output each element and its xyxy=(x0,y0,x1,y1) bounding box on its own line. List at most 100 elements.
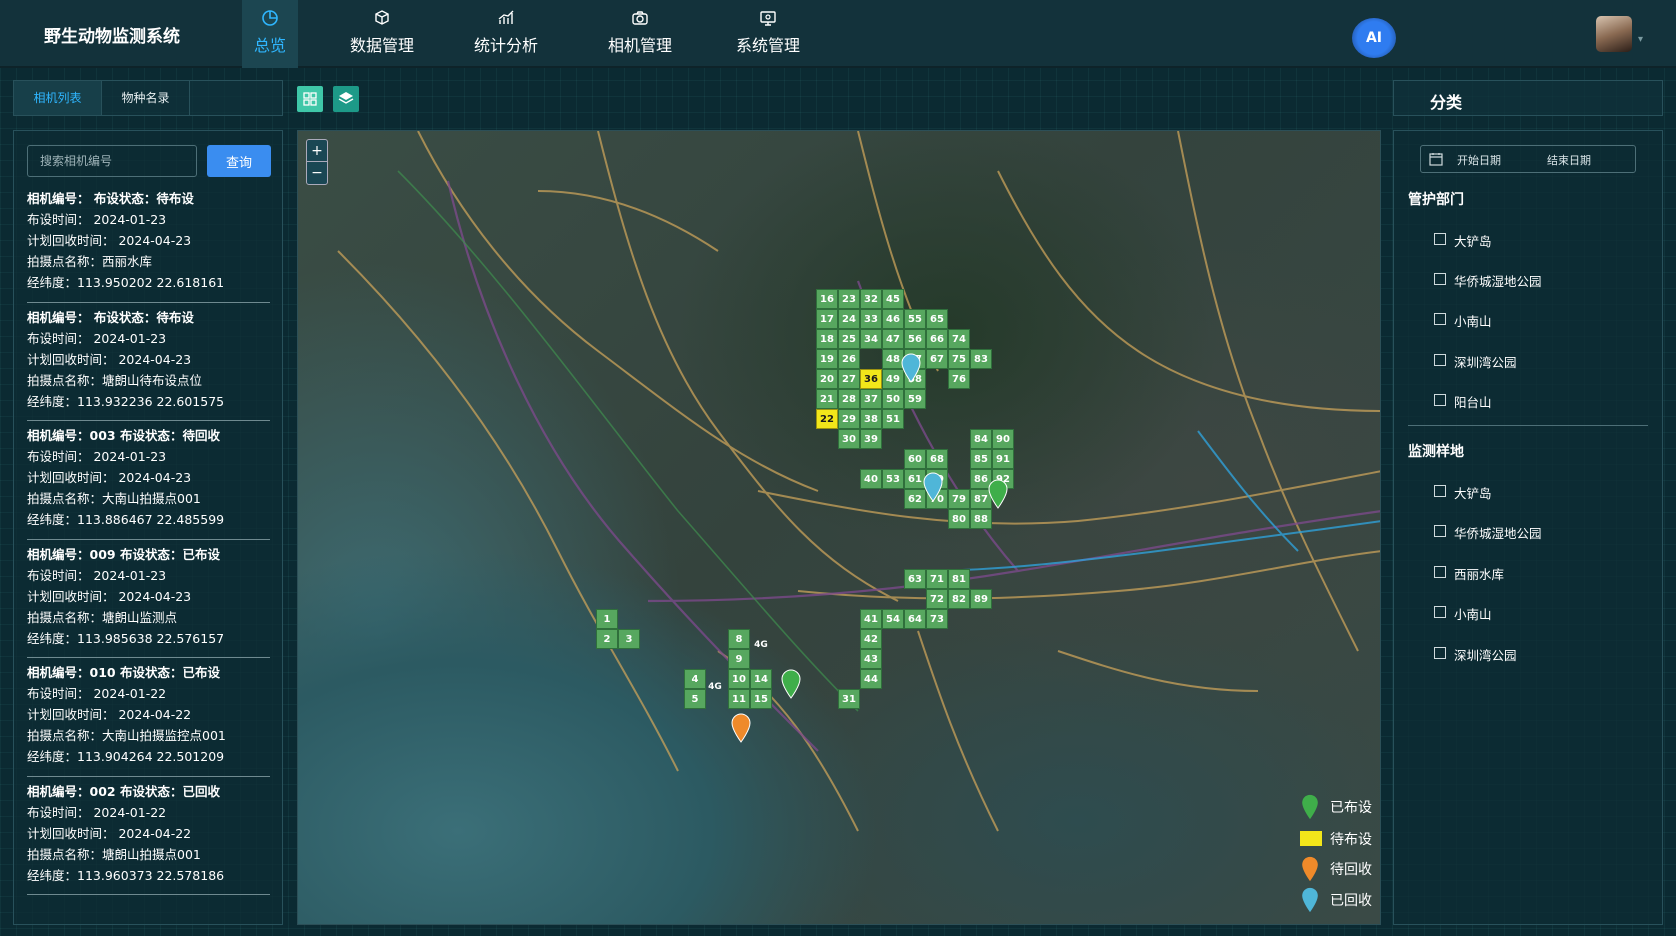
grid-cell[interactable]: 65 xyxy=(926,309,948,329)
grid-cell[interactable]: 38 xyxy=(860,409,882,429)
grid-cell[interactable]: 17 xyxy=(816,309,838,329)
grid-cell[interactable]: 83 xyxy=(970,349,992,369)
grid-cell[interactable]: 14 xyxy=(750,669,772,689)
checkbox[interactable] xyxy=(1434,354,1446,366)
grid-cell[interactable]: 50 xyxy=(882,389,904,409)
grid-cell[interactable]: 75 xyxy=(948,349,970,369)
grid-cell[interactable]: 1 xyxy=(596,609,618,629)
grid-cell[interactable]: 53 xyxy=(882,469,904,489)
nav-data-management[interactable]: 数据管理 xyxy=(344,0,420,68)
grid-cell[interactable]: 36 xyxy=(860,369,882,389)
checkbox[interactable] xyxy=(1434,647,1446,659)
grid-cell[interactable]: 71 xyxy=(926,569,948,589)
grid-cell[interactable]: 84 xyxy=(970,429,992,449)
grid-cell[interactable]: 40 xyxy=(860,469,882,489)
grid-cell[interactable]: 11 xyxy=(728,689,750,709)
grid-cell[interactable]: 22 xyxy=(816,409,838,429)
grid-cell[interactable]: 26 xyxy=(838,349,860,369)
grid-cell[interactable]: 85 xyxy=(970,449,992,469)
tab-camera-list[interactable]: 相机列表 xyxy=(14,81,102,115)
grid-cell[interactable]: 18 xyxy=(816,329,838,349)
nav-camera-management[interactable]: 相机管理 xyxy=(604,0,676,68)
camera-list-item[interactable]: 相机编号：002 布设状态：已回收 布设时间： 2024-01-22 计划回收时… xyxy=(27,777,270,895)
grid-cell[interactable]: 45 xyxy=(882,289,904,309)
layers-button[interactable] xyxy=(333,86,359,112)
grid-cell[interactable]: 43 xyxy=(860,649,882,669)
grid-cell[interactable]: 15 xyxy=(750,689,772,709)
checkbox[interactable] xyxy=(1434,233,1446,245)
end-date-input[interactable]: 结束日期 xyxy=(1547,152,1591,168)
chevron-down-icon[interactable]: ▾ xyxy=(1638,34,1643,45)
camera-list-item[interactable]: 相机编号：003 布设状态：待回收 布设时间： 2024-01-23 计划回收时… xyxy=(27,421,270,540)
grid-cell[interactable]: 67 xyxy=(926,349,948,369)
start-date-input[interactable]: 开始日期 xyxy=(1457,152,1501,168)
camera-list-item[interactable]: 相机编号： 布设状态：待布设 布设时间： 2024-01-23 计划回收时间： … xyxy=(27,303,270,421)
grid-cell[interactable]: 72 xyxy=(926,589,948,609)
grid-cell[interactable]: 4 xyxy=(684,669,706,689)
grid-cell[interactable]: 31 xyxy=(838,689,860,709)
nav-statistics[interactable]: 统计分析 xyxy=(468,0,544,68)
grid-cell[interactable]: 80 xyxy=(948,509,970,529)
tab-species-list[interactable]: 物种名录 xyxy=(102,81,190,115)
grid-cell[interactable]: 16 xyxy=(816,289,838,309)
grid-cell[interactable]: 3 xyxy=(618,629,640,649)
grid-cell[interactable]: 2 xyxy=(596,629,618,649)
grid-cell[interactable]: 79 xyxy=(948,489,970,509)
signal-4g-label[interactable]: 4G xyxy=(750,635,772,655)
grid-cell[interactable]: 24 xyxy=(838,309,860,329)
checkbox[interactable] xyxy=(1434,525,1446,537)
grid-cell[interactable]: 8 xyxy=(728,629,750,649)
grid-cell[interactable]: 66 xyxy=(926,329,948,349)
signal-4g-label[interactable]: 4G xyxy=(704,677,726,697)
grid-cell[interactable]: 28 xyxy=(838,389,860,409)
grid-view-button[interactable] xyxy=(297,86,323,112)
grid-cell[interactable]: 29 xyxy=(838,409,860,429)
grid-cell[interactable]: 76 xyxy=(948,369,970,389)
checkbox[interactable] xyxy=(1434,606,1446,618)
satellite-map[interactable]: + − 16 23 32 45 17 24 33 46 55 65 18 25 34 47 56 66 74 19… xyxy=(297,130,1381,925)
grid-cell[interactable]: 20 xyxy=(816,369,838,389)
to-recover-camera-pin[interactable] xyxy=(730,713,752,743)
grid-cell[interactable]: 30 xyxy=(838,429,860,449)
grid-cell[interactable]: 37 xyxy=(860,389,882,409)
checkbox[interactable] xyxy=(1434,485,1446,497)
grid-cell[interactable]: 64 xyxy=(904,609,926,629)
grid-cell[interactable]: 60 xyxy=(904,449,926,469)
grid-cell[interactable]: 9 xyxy=(728,649,750,669)
checkbox[interactable] xyxy=(1434,273,1446,285)
recovered-camera-pin[interactable] xyxy=(900,353,922,383)
grid-cell[interactable]: 89 xyxy=(970,589,992,609)
zoom-in-button[interactable]: + xyxy=(307,140,327,162)
grid-cell[interactable]: 74 xyxy=(948,329,970,349)
date-range-picker[interactable]: 开始日期 结束日期 xyxy=(1420,145,1636,173)
grid-cell[interactable]: 63 xyxy=(904,569,926,589)
grid-cell[interactable]: 34 xyxy=(860,329,882,349)
checkbox[interactable] xyxy=(1434,313,1446,325)
grid-cell[interactable]: 82 xyxy=(948,589,970,609)
grid-cell[interactable]: 46 xyxy=(882,309,904,329)
grid-cell[interactable]: 39 xyxy=(860,429,882,449)
deployed-camera-pin[interactable] xyxy=(780,669,802,699)
ai-assistant-button[interactable]: AI xyxy=(1352,18,1396,58)
deployed-camera-pin[interactable] xyxy=(987,479,1009,509)
user-avatar[interactable] xyxy=(1596,16,1632,52)
grid-cell[interactable]: 73 xyxy=(926,609,948,629)
checkbox[interactable] xyxy=(1434,566,1446,578)
grid-cell[interactable]: 42 xyxy=(860,629,882,649)
nav-overview[interactable]: 总览 xyxy=(242,0,298,68)
grid-cell[interactable]: 54 xyxy=(882,609,904,629)
recovered-camera-pin[interactable] xyxy=(922,472,944,502)
grid-cell[interactable]: 81 xyxy=(948,569,970,589)
grid-cell[interactable]: 55 xyxy=(904,309,926,329)
grid-cell[interactable]: 21 xyxy=(816,389,838,409)
grid-cell[interactable]: 56 xyxy=(904,329,926,349)
grid-cell[interactable]: 5 xyxy=(684,689,706,709)
grid-cell[interactable]: 33 xyxy=(860,309,882,329)
grid-cell[interactable]: 47 xyxy=(882,329,904,349)
grid-cell[interactable]: 68 xyxy=(926,449,948,469)
grid-cell[interactable]: 90 xyxy=(992,429,1014,449)
camera-search-input[interactable] xyxy=(27,145,197,177)
camera-list-item[interactable]: 相机编号：009 布设状态：已布设 布设时间： 2024-01-23 计划回收时… xyxy=(27,540,270,658)
zoom-out-button[interactable]: − xyxy=(307,162,327,184)
grid-cell[interactable]: 19 xyxy=(816,349,838,369)
